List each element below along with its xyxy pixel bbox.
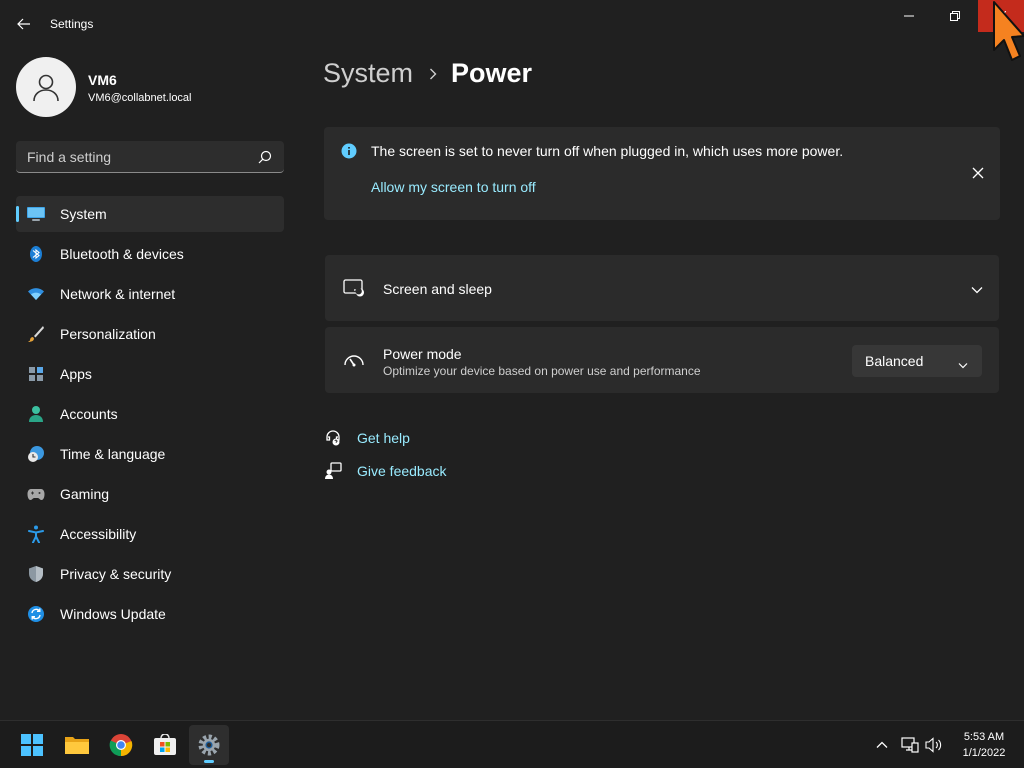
user-icon <box>33 74 59 102</box>
sidebar-item-network[interactable]: Network & internet <box>16 276 284 312</box>
taskbar: 5:53 AM 1/1/2022 <box>0 720 1024 768</box>
screen-and-sleep-card[interactable]: Screen and sleep <box>325 255 999 321</box>
restore-button[interactable] <box>932 0 978 32</box>
power-mode-selected-value: Balanced <box>865 353 924 369</box>
settings-taskbar-button[interactable] <box>189 725 229 765</box>
chrome-button[interactable] <box>101 725 141 765</box>
sidebar-item-time-language[interactable]: Time & language <box>16 436 284 472</box>
search-box[interactable] <box>16 141 284 173</box>
taskbar-clock[interactable]: 5:53 AM 1/1/2022 <box>952 729 1016 761</box>
settings-window: Settings VM6 VM6@collabnet.local System <box>0 0 1024 720</box>
gamepad-icon <box>26 484 46 504</box>
screen-and-sleep-title: Screen and sleep <box>383 281 492 297</box>
arrow-left-icon <box>17 18 30 30</box>
sidebar-item-label: Accounts <box>60 406 118 422</box>
info-icon <box>341 143 357 164</box>
chevron-down-icon <box>958 356 968 372</box>
close-icon <box>972 167 984 179</box>
sidebar-item-label: System <box>60 206 107 222</box>
give-feedback-label: Give feedback <box>357 463 447 479</box>
show-hidden-icons-button[interactable] <box>871 735 893 755</box>
sidebar-item-accounts[interactable]: Accounts <box>16 396 284 432</box>
sidebar-item-apps[interactable]: Apps <box>16 356 284 392</box>
volume-icon <box>925 737 942 753</box>
chevron-up-icon <box>876 741 888 748</box>
store-icon <box>154 734 176 755</box>
mouse-cursor-icon <box>993 1 1024 61</box>
start-icon <box>21 734 43 756</box>
file-explorer-button[interactable] <box>57 725 97 765</box>
sidebar-item-label: Network & internet <box>60 286 176 302</box>
chevron-right-icon <box>429 68 437 80</box>
sidebar-nav: System Bluetooth & devices Network & int… <box>16 196 284 636</box>
clock-time: 5:53 AM <box>963 731 1005 743</box>
network-tray-button[interactable] <box>899 735 921 755</box>
sidebar-item-bluetooth[interactable]: Bluetooth & devices <box>16 236 284 272</box>
settings-icon <box>198 734 220 756</box>
time-language-icon <box>26 444 46 464</box>
apps-icon <box>26 364 46 384</box>
power-mode-description: Optimize your device based on power use … <box>383 364 701 378</box>
screen-sleep-icon <box>343 278 365 300</box>
restore-icon <box>950 11 960 21</box>
sidebar-item-gaming[interactable]: Gaming <box>16 476 284 512</box>
dismiss-info-button[interactable] <box>969 164 987 182</box>
sidebar-item-personalization[interactable]: Personalization <box>16 316 284 352</box>
give-feedback-link[interactable]: Give feedback <box>323 461 447 481</box>
sidebar-item-label: Gaming <box>60 486 110 502</box>
search-icon[interactable] <box>258 150 272 164</box>
sidebar-item-label: Time & language <box>60 446 166 462</box>
user-name: VM6 <box>88 72 117 88</box>
search-input[interactable] <box>27 148 247 165</box>
avatar[interactable] <box>16 57 76 117</box>
sidebar-item-privacy[interactable]: Privacy & security <box>16 556 284 592</box>
info-message: The screen is set to never turn off when… <box>371 143 844 159</box>
info-bar: The screen is set to never turn off when… <box>324 127 1000 220</box>
power-mode-title: Power mode <box>383 346 462 362</box>
sidebar-item-label: Privacy & security <box>60 566 172 582</box>
system-display-icon <box>26 204 46 224</box>
store-button[interactable] <box>145 725 185 765</box>
brush-icon <box>26 324 46 344</box>
breadcrumb-parent[interactable]: System <box>323 58 413 89</box>
get-help-link[interactable]: Get help <box>323 428 410 448</box>
sidebar-item-label: Apps <box>60 366 92 382</box>
wifi-icon <box>26 284 46 304</box>
feedback-icon <box>323 461 343 481</box>
accounts-icon <box>26 404 46 424</box>
title-bar: Settings <box>0 0 1024 48</box>
start-button[interactable] <box>12 725 52 765</box>
sidebar-item-label: Personalization <box>60 326 156 342</box>
sidebar-item-label: Bluetooth & devices <box>60 246 184 262</box>
shield-icon <box>26 564 46 584</box>
clock-date: 1/1/2022 <box>962 747 1006 759</box>
sidebar-item-label: Windows Update <box>60 606 166 622</box>
power-mode-gauge-icon <box>343 350 365 372</box>
active-app-indicator <box>204 760 214 763</box>
app-title: Settings <box>50 17 94 31</box>
minimize-button[interactable] <box>886 0 932 32</box>
volume-tray-button[interactable] <box>923 735 945 755</box>
user-email: VM6@collabnet.local <box>88 92 192 104</box>
power-mode-select[interactable]: Balanced <box>852 345 982 377</box>
help-icon <box>323 428 343 448</box>
update-icon <box>26 604 46 624</box>
power-mode-card: Power mode Optimize your device based on… <box>325 327 999 393</box>
sidebar-item-label: Accessibility <box>60 526 137 542</box>
accessibility-icon <box>26 524 46 544</box>
sidebar-item-windows-update[interactable]: Windows Update <box>16 596 284 632</box>
network-monitor-icon <box>901 737 919 753</box>
back-button[interactable] <box>14 14 34 34</box>
allow-screen-off-link[interactable]: Allow my screen to turn off <box>371 179 536 195</box>
file-explorer-icon <box>65 737 89 754</box>
get-help-label: Get help <box>357 430 410 446</box>
breadcrumb: System Power <box>323 58 532 89</box>
page-title: Power <box>451 58 533 88</box>
chrome-icon <box>109 734 133 757</box>
bluetooth-icon <box>26 244 46 264</box>
sidebar-item-system[interactable]: System <box>16 196 284 232</box>
chevron-down-icon[interactable] <box>971 281 983 299</box>
sidebar-item-accessibility[interactable]: Accessibility <box>16 516 284 552</box>
minimize-icon <box>904 15 914 17</box>
